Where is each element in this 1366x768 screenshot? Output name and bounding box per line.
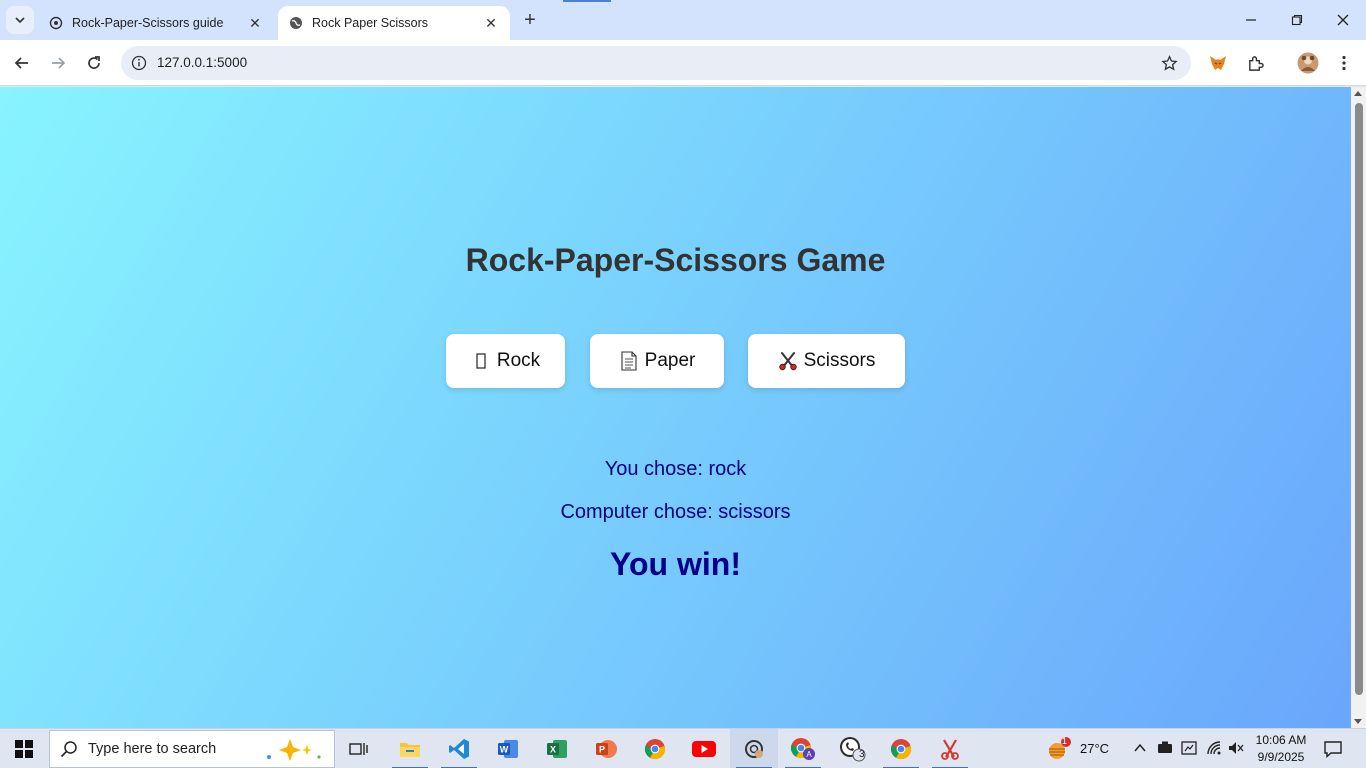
site-info-icon[interactable]	[129, 53, 149, 73]
chevron-up-icon[interactable]	[1133, 741, 1147, 760]
powerpoint-icon[interactable]: P	[582, 729, 630, 768]
close-tab-icon[interactable]: ✕	[246, 14, 264, 32]
game-outcome: You win!	[610, 546, 741, 582]
word-icon[interactable]: W	[484, 729, 532, 768]
task-view-icon[interactable]	[335, 729, 383, 768]
svg-text:P: P	[599, 745, 605, 755]
paper-button[interactable]: Paper	[590, 334, 724, 388]
player-choice-text: You chose: rock	[604, 458, 747, 480]
tab-title: Rock Paper Scissors	[312, 16, 429, 30]
url-text: 127.0.0.1:5000	[157, 55, 248, 70]
chrome-profile-icon[interactable]: A	[779, 729, 827, 768]
file-explorer-icon[interactable]	[386, 729, 434, 768]
scroll-down-arrow-icon[interactable]	[1354, 719, 1362, 724]
clock-time: 10:06 AM	[1255, 733, 1307, 747]
scroll-up-arrow-icon[interactable]	[1354, 91, 1362, 96]
address-bar[interactable]: 127.0.0.1:5000	[121, 46, 1191, 80]
snipping-tool-icon[interactable]	[926, 729, 974, 768]
wifi-icon[interactable]	[1206, 740, 1222, 761]
youtube-icon[interactable]	[680, 729, 728, 768]
chrome-window-icon[interactable]	[877, 729, 925, 768]
browser-tab-strip: Rock-Paper-Scissors guide ✕ Rock Paper S…	[0, 0, 1366, 40]
tab-search-button[interactable]	[6, 6, 34, 34]
device-icon[interactable]	[1157, 741, 1173, 760]
rock-button-label: Rock	[496, 350, 541, 371]
scissors-button[interactable]: Scissors	[748, 334, 905, 388]
windows-start-icon[interactable]	[0, 729, 48, 768]
loading-indicator	[563, 0, 611, 2]
rock-emoji-icon	[471, 351, 491, 371]
restore-icon[interactable]	[1274, 0, 1320, 40]
profile-avatar[interactable]	[1294, 49, 1322, 77]
windows-taskbar: Type here to search W X P A 3 1 27°C 10:…	[0, 728, 1366, 768]
chevron-down-icon	[15, 17, 25, 24]
chatgpt-favicon-icon	[48, 15, 64, 31]
paper-button-label: Paper	[644, 350, 696, 371]
page-viewport: Rock-Paper-Scissors Game Rock Paper Scis…	[0, 87, 1351, 728]
weather-icon[interactable]	[1046, 737, 1072, 766]
close-tab-icon[interactable]: ✕	[482, 14, 500, 32]
excel-icon[interactable]: X	[533, 729, 581, 768]
tab-rock-paper-scissors[interactable]: Rock Paper Scissors ✕	[278, 6, 510, 40]
computer-choice-text: Computer chose: scissors	[560, 501, 791, 523]
forward-arrow-icon[interactable]	[44, 49, 72, 77]
search-icon	[50, 740, 88, 758]
page-title: Rock-Paper-Scissors Game	[465, 242, 886, 278]
svg-text:A: A	[806, 750, 812, 759]
weather-alert-badge: 1	[1062, 736, 1068, 746]
whatsapp-icon[interactable]: 3	[828, 729, 876, 768]
tab-title: Rock-Paper-Scissors guide	[72, 16, 224, 30]
scissors-button-label: Scissors	[803, 350, 876, 371]
taskbar-clock[interactable]: 10:06 AM 9/9/2025	[1250, 732, 1312, 766]
globe-favicon-icon	[288, 15, 304, 31]
weather-temperature: 27°C	[1080, 741, 1110, 756]
vertical-scrollbar[interactable]	[1351, 87, 1366, 728]
tab-rps-guide[interactable]: Rock-Paper-Scissors guide ✕	[38, 6, 274, 40]
vscode-icon[interactable]	[435, 729, 483, 768]
new-tab-plus-icon[interactable]: +	[518, 8, 542, 32]
screen-capture-icon[interactable]	[1181, 740, 1197, 761]
close-window-icon[interactable]	[1320, 0, 1366, 40]
chrome-icon[interactable]	[631, 729, 679, 768]
rock-button[interactable]: Rock	[446, 334, 565, 388]
copilot-sparkle-icon	[262, 737, 324, 768]
back-arrow-icon[interactable]	[8, 49, 36, 77]
svg-text:W: W	[500, 745, 509, 755]
browser-toolbar: 127.0.0.1:5000	[0, 40, 1366, 86]
search-placeholder: Type here to search	[88, 741, 217, 757]
whatsapp-unread-badge: 3	[859, 749, 865, 760]
volume-muted-icon[interactable]	[1228, 740, 1244, 761]
browser-menu-dots-icon[interactable]	[1330, 49, 1358, 77]
svg-text:X: X	[550, 745, 556, 755]
notifications-icon[interactable]	[1324, 740, 1342, 763]
minimize-icon[interactable]	[1228, 0, 1274, 40]
scrollbar-thumb[interactable]	[1355, 103, 1363, 695]
extensions-puzzle-icon[interactable]	[1241, 49, 1269, 77]
metamask-fox-icon[interactable]	[1204, 49, 1232, 77]
taskbar-search-box[interactable]: Type here to search	[49, 730, 335, 768]
scissors-emoji-icon	[778, 351, 798, 371]
chatgpt-app-icon[interactable]	[730, 729, 778, 768]
page-emoji-icon	[619, 351, 639, 371]
bookmark-star-icon[interactable]	[1159, 53, 1179, 73]
clock-date: 9/9/2025	[1257, 750, 1305, 764]
reload-icon[interactable]	[80, 49, 108, 77]
